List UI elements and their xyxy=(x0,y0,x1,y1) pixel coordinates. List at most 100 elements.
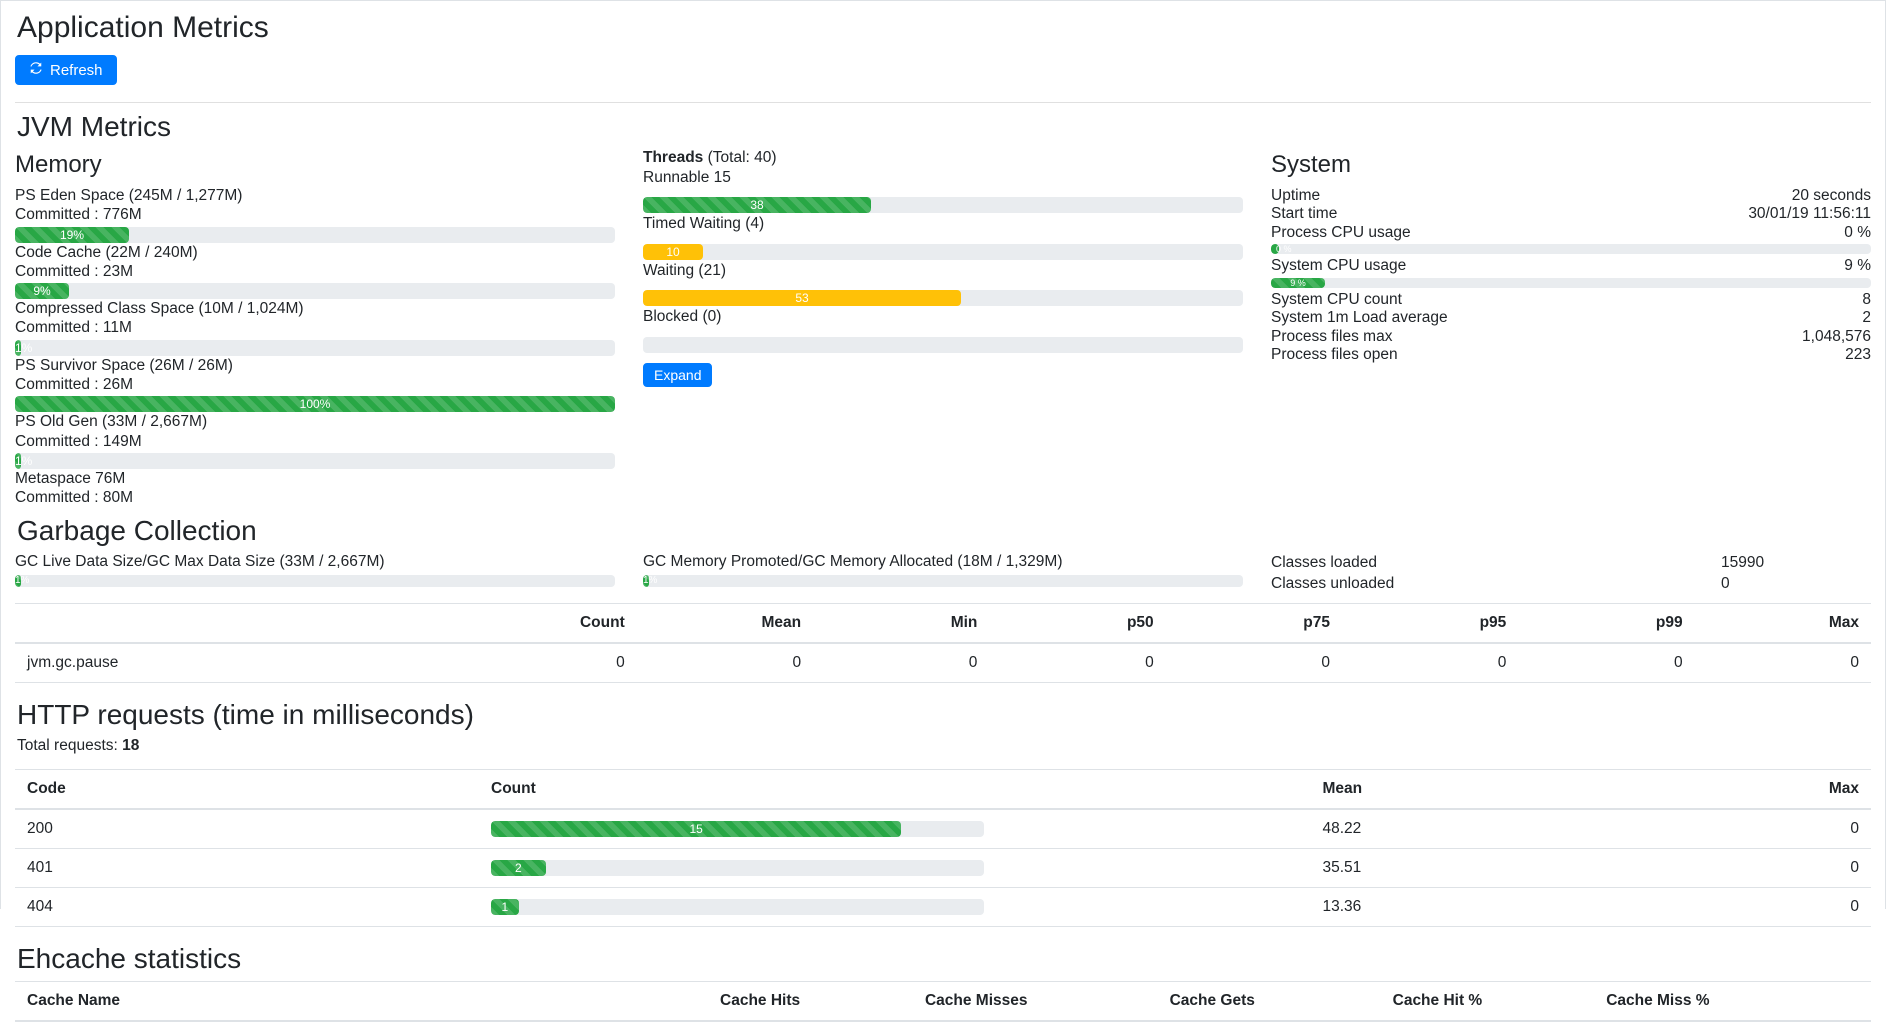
value-cell: 0 xyxy=(1695,643,1871,683)
system-value: 8 xyxy=(1862,292,1871,308)
max-cell: 0 xyxy=(1676,888,1871,927)
memory-heading: Memory xyxy=(15,151,615,179)
system-label: System CPU count xyxy=(1271,292,1402,308)
gc-memory-column: GC Memory Promoted/GC Memory Allocated (… xyxy=(643,553,1243,594)
system-row: Start time 30/01/19 11:56:11 xyxy=(1271,205,1871,223)
memory-metric: Metaspace 76M Committed : 80M xyxy=(15,470,615,508)
column-header: p95 xyxy=(1342,603,1518,643)
classes-row: Classes unloaded 0 xyxy=(1271,574,1871,595)
thread-metric: Runnable 15 38 xyxy=(643,169,1243,214)
progress-bar: 38 xyxy=(643,197,871,213)
progress-bar: 10 xyxy=(643,244,703,260)
metric-label: PS Survivor Space (26M / 26M) xyxy=(15,357,615,375)
progress-track: 9 % xyxy=(1271,278,1871,288)
value-cell: 0 xyxy=(813,643,989,683)
column-header: Count xyxy=(460,603,636,643)
refresh-button[interactable]: Refresh xyxy=(15,55,117,85)
cache-name-header: Cache Name xyxy=(15,982,585,1022)
spacer-header xyxy=(1722,982,1871,1022)
progress-bar: 9 % xyxy=(1271,278,1325,288)
memory-metric: PS Survivor Space (26M / 26M) Committed … xyxy=(15,357,615,413)
progress-track: 38 xyxy=(643,197,1243,213)
expand-threads-button[interactable]: Expand xyxy=(643,363,712,387)
classes-label: Classes loaded xyxy=(1271,554,1721,573)
system-label: Process files max xyxy=(1271,329,1392,345)
cache-misses-header: Cache Misses xyxy=(812,982,1039,1022)
memory-column: Memory PS Eden Space (245M / 1,277M) Com… xyxy=(15,149,615,507)
metric-label: Code Cache (22M / 240M) xyxy=(15,244,615,262)
progress-track: 15 xyxy=(491,821,984,837)
thread-metric: Waiting (21) 53 xyxy=(643,262,1243,307)
system-value: 0 % xyxy=(1844,225,1871,241)
table-header-row: Cache Name Cache Hits Cache Misses Cache… xyxy=(15,982,1871,1022)
metric-committed: Committed : 776M xyxy=(15,206,615,224)
threads-title-bold: Threads xyxy=(643,149,703,166)
classes-value: 0 xyxy=(1721,575,1871,594)
progress-track: 1% xyxy=(15,575,615,587)
refresh-button-label: Refresh xyxy=(50,62,103,79)
metric-name-cell: jvm.gc.pause xyxy=(15,643,460,683)
column-header: Min xyxy=(813,603,989,643)
metric-label: Metaspace 76M xyxy=(15,470,615,488)
metric-label: PS Old Gen (33M / 2,667M) xyxy=(15,413,615,431)
mean-cell: 13.36 xyxy=(1310,888,1676,927)
system-row: Process files max 1,048,576 xyxy=(1271,328,1871,346)
code-cell: 401 xyxy=(15,849,479,888)
ehcache-table: Cache Name Cache Hits Cache Misses Cache… xyxy=(15,981,1871,1022)
garbage-collection-heading: Garbage Collection xyxy=(17,515,1871,547)
column-header: p99 xyxy=(1518,603,1694,643)
system-row: System CPU count 8 xyxy=(1271,291,1871,309)
system-row: Process CPU usage 0 % xyxy=(1271,224,1871,242)
progress-bar: 19% xyxy=(15,227,129,243)
column-header: Max xyxy=(1695,603,1871,643)
value-cell: 0 xyxy=(460,643,636,683)
code-header: Code xyxy=(15,770,479,810)
system-column: System Uptime 20 seconds Start time 30/0… xyxy=(1271,149,1871,507)
mean-header: Mean xyxy=(1310,770,1676,810)
garbage-collection-row: GC Live Data Size/GC Max Data Size (33M … xyxy=(15,553,1871,594)
metric-label: PS Eden Space (245M / 1,277M) xyxy=(15,187,615,205)
jvm-metrics-row: Memory PS Eden Space (245M / 1,277M) Com… xyxy=(15,149,1871,507)
classes-label: Classes unloaded xyxy=(1271,575,1721,594)
thread-metric: Blocked (0) xyxy=(643,308,1243,353)
memory-metric: Code Cache (22M / 240M) Committed : 23M … xyxy=(15,244,615,300)
table-row: 404 1 13.36 0 xyxy=(15,888,1871,927)
progress-bar: 100% xyxy=(15,396,615,412)
expand-button-label: Expand xyxy=(654,367,701,383)
value-cell: 0 xyxy=(1518,643,1694,683)
metric-committed: Committed : 149M xyxy=(15,433,615,451)
thread-label: Timed Waiting (4) xyxy=(643,215,1243,234)
count-cell: 1 xyxy=(479,888,1310,927)
count-cell: 15 xyxy=(479,809,1310,849)
cache-hit-pct-header: Cache Hit % xyxy=(1267,982,1494,1022)
table-row: jvm.gc.pause 0 0 0 0 0 0 0 0 xyxy=(15,643,1871,683)
progress-track: 0 % xyxy=(1271,244,1871,254)
thread-metric: Timed Waiting (4) 10 xyxy=(643,215,1243,260)
progress-bar: 1% xyxy=(15,575,21,587)
classes-column: Classes loaded 15990 Classes unloaded 0 xyxy=(1271,553,1871,594)
progress-bar: 1% xyxy=(15,453,21,469)
progress-track: 100% xyxy=(15,396,615,412)
progress-track: 10 xyxy=(643,244,1243,260)
system-label: Process CPU usage xyxy=(1271,225,1411,241)
metric-committed: Committed : 26M xyxy=(15,376,615,394)
progress-track: 1% xyxy=(15,340,615,356)
system-row: Process files open 223 xyxy=(1271,346,1871,364)
thread-label: Blocked (0) xyxy=(643,308,1243,327)
value-cell: 0 xyxy=(989,643,1165,683)
table-header-row: Code Count Mean Max xyxy=(15,770,1871,810)
progress-track: 1% xyxy=(643,575,1243,587)
divider xyxy=(15,102,1871,103)
value-cell: 0 xyxy=(1166,643,1342,683)
system-label: Uptime xyxy=(1271,188,1320,204)
gc-bar-label: GC Live Data Size/GC Max Data Size (33M … xyxy=(15,553,615,572)
total-requests-label: Total requests: xyxy=(17,737,122,754)
count-cell: 2 xyxy=(479,849,1310,888)
system-value: 30/01/19 11:56:11 xyxy=(1748,206,1871,222)
thread-label: Waiting (21) xyxy=(643,262,1243,281)
classes-value: 15990 xyxy=(1721,554,1871,573)
total-requests-value: 18 xyxy=(122,737,139,754)
metric-label: Compressed Class Space (10M / 1,024M) xyxy=(15,300,615,318)
classes-row: Classes loaded 15990 xyxy=(1271,553,1871,574)
column-header: Mean xyxy=(637,603,813,643)
